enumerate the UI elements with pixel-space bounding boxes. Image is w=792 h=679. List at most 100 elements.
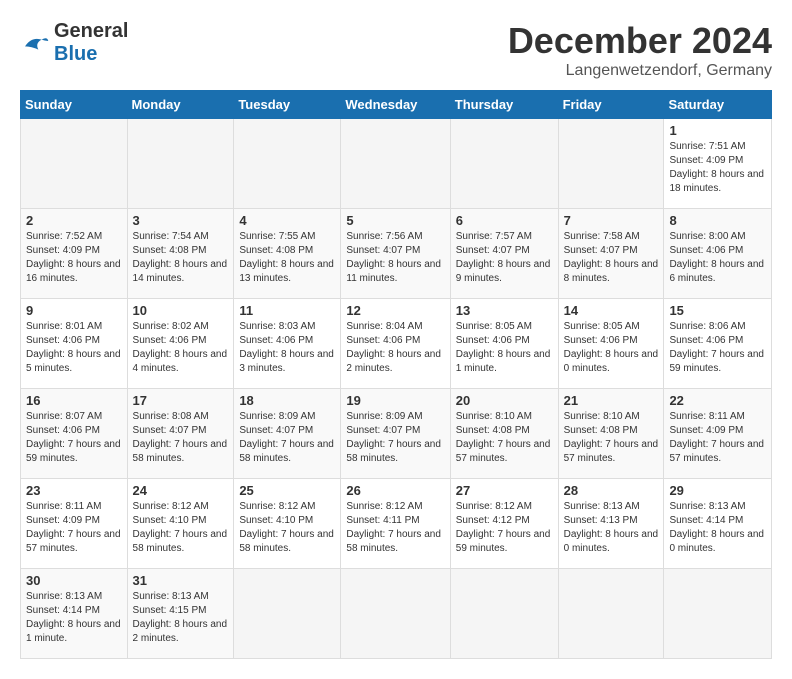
day-number: 7 bbox=[564, 213, 659, 228]
empty-cell bbox=[450, 119, 558, 209]
calendar-row: 30Sunrise: 8:13 AMSunset: 4:14 PMDayligh… bbox=[21, 569, 772, 659]
calendar-day: 16 Sunrise: 8:07 AMSunset: 4:06 PMDayligh… bbox=[21, 389, 128, 479]
calendar-row: 9Sunrise: 8:01 AMSunset: 4:06 PMDaylight… bbox=[21, 299, 772, 389]
day-detail: Sunrise: 7:58 AMSunset: 4:07 PMDaylight:… bbox=[564, 230, 659, 286]
day-number: 5 bbox=[346, 213, 444, 228]
day-number: 26 bbox=[346, 483, 444, 498]
day-number: 21 bbox=[564, 393, 659, 408]
calendar-day: 26 Sunrise: 8:12 AMSunset: 4:11 PMDayligh… bbox=[341, 479, 450, 569]
day-number: 15 bbox=[669, 303, 766, 318]
calendar-day: 11 Sunrise: 8:03 AMSunset: 4:06 PMDayligh… bbox=[234, 299, 341, 389]
day-detail: Sunrise: 8:12 AMSunset: 4:12 PMDaylight:… bbox=[456, 500, 553, 556]
calendar-day: 10 Sunrise: 8:02 AMSunset: 4:06 PMDayligh… bbox=[127, 299, 234, 389]
day-detail: Sunrise: 8:12 AMSunset: 4:10 PMDaylight:… bbox=[239, 500, 335, 556]
weekday-header: Thursday bbox=[450, 91, 558, 119]
day-detail: Sunrise: 8:12 AMSunset: 4:11 PMDaylight:… bbox=[346, 500, 444, 556]
day-number: 10 bbox=[133, 303, 229, 318]
day-number: 31 bbox=[133, 573, 229, 588]
day-detail: Sunrise: 8:05 AMSunset: 4:06 PMDaylight:… bbox=[564, 320, 659, 376]
calendar-day: 9Sunrise: 8:01 AMSunset: 4:06 PMDaylight… bbox=[21, 299, 128, 389]
empty-cell bbox=[341, 119, 450, 209]
day-number: 3 bbox=[133, 213, 229, 228]
day-number: 11 bbox=[239, 303, 335, 318]
empty-cell bbox=[558, 119, 664, 209]
day-detail: Sunrise: 8:02 AMSunset: 4:06 PMDaylight:… bbox=[133, 320, 229, 376]
calendar-day: 21 Sunrise: 8:10 AMSunset: 4:08 PMDayligh… bbox=[558, 389, 664, 479]
empty-cell bbox=[234, 569, 341, 659]
empty-cell bbox=[664, 569, 772, 659]
day-number: 13 bbox=[456, 303, 553, 318]
logo-icon bbox=[20, 33, 50, 53]
day-detail: Sunrise: 8:13 AMSunset: 4:15 PMDaylight:… bbox=[133, 590, 229, 646]
calendar-day: 22 Sunrise: 8:11 AMSunset: 4:09 PMDayligh… bbox=[664, 389, 772, 479]
day-detail: Sunrise: 8:10 AMSunset: 4:08 PMDaylight:… bbox=[564, 410, 659, 466]
day-detail: Sunrise: 8:11 AMSunset: 4:09 PMDaylight:… bbox=[26, 500, 122, 556]
day-detail: Sunrise: 8:08 AMSunset: 4:07 PMDaylight:… bbox=[133, 410, 229, 466]
day-number: 8 bbox=[669, 213, 766, 228]
calendar-day: 5 Sunrise: 7:56 AMSunset: 4:07 PMDaylight… bbox=[341, 209, 450, 299]
day-number: 19 bbox=[346, 393, 444, 408]
day-detail: Sunrise: 8:09 AMSunset: 4:07 PMDaylight:… bbox=[239, 410, 335, 466]
calendar-day: 30Sunrise: 8:13 AMSunset: 4:14 PMDayligh… bbox=[21, 569, 128, 659]
calendar-day: 8 Sunrise: 8:00 AMSunset: 4:06 PMDaylight… bbox=[664, 209, 772, 299]
calendar-day: 20 Sunrise: 8:10 AMSunset: 4:08 PMDayligh… bbox=[450, 389, 558, 479]
day-number: 28 bbox=[564, 483, 659, 498]
day-detail: Sunrise: 8:01 AMSunset: 4:06 PMDaylight:… bbox=[26, 320, 122, 376]
day-number: 29 bbox=[669, 483, 766, 498]
calendar-table: SundayMondayTuesdayWednesdayThursdayFrid… bbox=[20, 90, 772, 659]
calendar-day: 25Sunrise: 8:12 AMSunset: 4:10 PMDayligh… bbox=[234, 479, 341, 569]
day-detail: Sunrise: 8:10 AMSunset: 4:08 PMDaylight:… bbox=[456, 410, 553, 466]
calendar-day: 23 Sunrise: 8:11 AMSunset: 4:09 PMDayligh… bbox=[21, 479, 128, 569]
location-title: Langenwetzendorf, Germany bbox=[508, 62, 772, 80]
empty-cell bbox=[234, 119, 341, 209]
calendar-day: 3 Sunrise: 7:54 AMSunset: 4:08 PMDaylight… bbox=[127, 209, 234, 299]
day-number: 22 bbox=[669, 393, 766, 408]
calendar-day: 31 Sunrise: 8:13 AMSunset: 4:15 PMDayligh… bbox=[127, 569, 234, 659]
day-detail: Sunrise: 8:05 AMSunset: 4:06 PMDaylight:… bbox=[456, 320, 553, 376]
calendar-day: 7 Sunrise: 7:58 AMSunset: 4:07 PMDaylight… bbox=[558, 209, 664, 299]
month-title: December 2024 bbox=[508, 20, 772, 62]
calendar-day: 13 Sunrise: 8:05 AMSunset: 4:06 PMDayligh… bbox=[450, 299, 558, 389]
calendar-row: 23 Sunrise: 8:11 AMSunset: 4:09 PMDayligh… bbox=[21, 479, 772, 569]
weekday-header: Wednesday bbox=[341, 91, 450, 119]
weekday-header: Tuesday bbox=[234, 91, 341, 119]
weekday-header: Monday bbox=[127, 91, 234, 119]
weekday-header: Friday bbox=[558, 91, 664, 119]
day-number: 20 bbox=[456, 393, 553, 408]
day-number: 14 bbox=[564, 303, 659, 318]
logo-text: General Blue bbox=[54, 20, 128, 66]
day-number: 16 bbox=[26, 393, 122, 408]
day-detail: Sunrise: 7:56 AMSunset: 4:07 PMDaylight:… bbox=[346, 230, 444, 286]
day-detail: Sunrise: 7:52 AMSunset: 4:09 PMDaylight:… bbox=[26, 230, 122, 286]
day-number: 17 bbox=[133, 393, 229, 408]
day-detail: Sunrise: 8:07 AMSunset: 4:06 PMDaylight:… bbox=[26, 410, 122, 466]
weekday-header: Sunday bbox=[21, 91, 128, 119]
empty-cell bbox=[558, 569, 664, 659]
calendar-day: 15 Sunrise: 8:06 AMSunset: 4:06 PMDayligh… bbox=[664, 299, 772, 389]
day-detail: Sunrise: 8:04 AMSunset: 4:06 PMDaylight:… bbox=[346, 320, 444, 376]
day-detail: Sunrise: 7:54 AMSunset: 4:08 PMDaylight:… bbox=[133, 230, 229, 286]
day-detail: Sunrise: 8:03 AMSunset: 4:06 PMDaylight:… bbox=[239, 320, 335, 376]
calendar-day: 4Sunrise: 7:55 AMSunset: 4:08 PMDaylight… bbox=[234, 209, 341, 299]
day-detail: Sunrise: 8:11 AMSunset: 4:09 PMDaylight:… bbox=[669, 410, 766, 466]
calendar-header-row: SundayMondayTuesdayWednesdayThursdayFrid… bbox=[21, 91, 772, 119]
day-detail: Sunrise: 8:12 AMSunset: 4:10 PMDaylight:… bbox=[133, 500, 229, 556]
day-number: 23 bbox=[26, 483, 122, 498]
empty-cell bbox=[21, 119, 128, 209]
day-detail: Sunrise: 8:13 AMSunset: 4:13 PMDaylight:… bbox=[564, 500, 659, 556]
calendar-day: 1Sunrise: 7:51 AMSunset: 4:09 PMDaylight… bbox=[664, 119, 772, 209]
logo: General Blue bbox=[20, 20, 128, 66]
calendar-day: 6Sunrise: 7:57 AMSunset: 4:07 PMDaylight… bbox=[450, 209, 558, 299]
day-detail: Sunrise: 7:55 AMSunset: 4:08 PMDaylight:… bbox=[239, 230, 335, 286]
title-section: December 2024 Langenwetzendorf, Germany bbox=[508, 20, 772, 80]
calendar-day: 28 Sunrise: 8:13 AMSunset: 4:13 PMDayligh… bbox=[558, 479, 664, 569]
day-detail: Sunrise: 8:06 AMSunset: 4:06 PMDaylight:… bbox=[669, 320, 766, 376]
day-detail: Sunrise: 8:00 AMSunset: 4:06 PMDaylight:… bbox=[669, 230, 766, 286]
calendar-day: 2Sunrise: 7:52 AMSunset: 4:09 PMDaylight… bbox=[21, 209, 128, 299]
calendar-day: 14 Sunrise: 8:05 AMSunset: 4:06 PMDayligh… bbox=[558, 299, 664, 389]
calendar-row: 1Sunrise: 7:51 AMSunset: 4:09 PMDaylight… bbox=[21, 119, 772, 209]
day-detail: Sunrise: 8:13 AMSunset: 4:14 PMDaylight:… bbox=[26, 590, 122, 646]
calendar-day: 12Sunrise: 8:04 AMSunset: 4:06 PMDayligh… bbox=[341, 299, 450, 389]
day-detail: Sunrise: 8:09 AMSunset: 4:07 PMDaylight:… bbox=[346, 410, 444, 466]
empty-cell bbox=[450, 569, 558, 659]
